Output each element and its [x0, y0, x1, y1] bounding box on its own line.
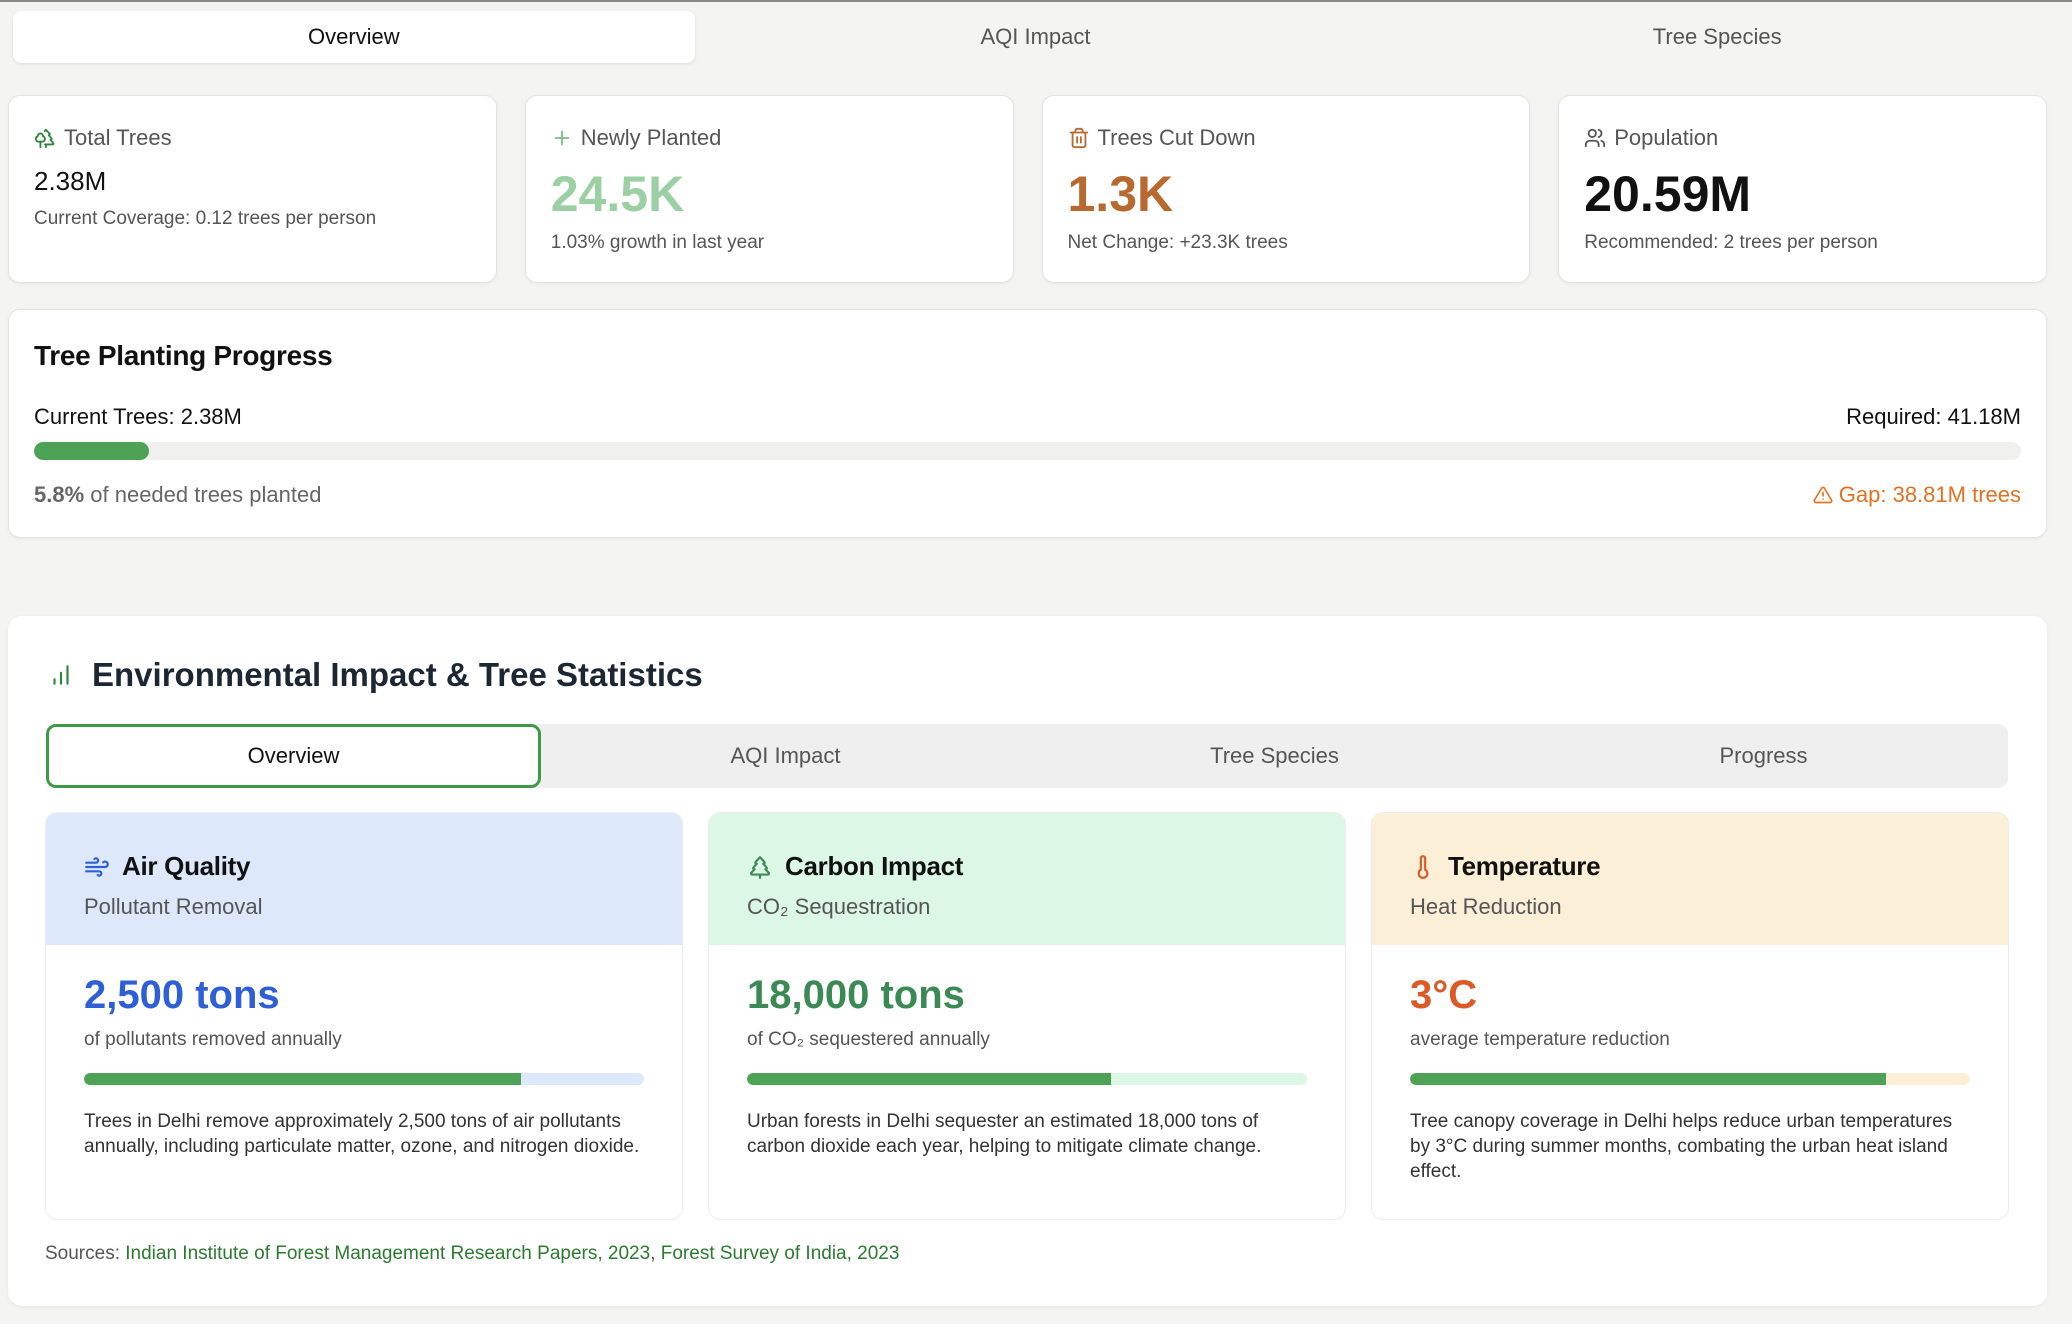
- environmental-impact-panel: Environmental Impact & Tree Statistics O…: [8, 616, 2047, 1306]
- tab-tree-species[interactable]: Tree Species: [1376, 11, 2058, 63]
- tab-aqi-impact[interactable]: AQI Impact: [695, 11, 1377, 63]
- trees-icon: [35, 128, 55, 149]
- impact-bar-fill: [1410, 1073, 1886, 1085]
- required-trees-label: Required: 41.18M: [1846, 404, 2021, 429]
- impact-description: Urban forests in Delhi sequester an esti…: [747, 1111, 1262, 1157]
- card-title: Air Quality: [122, 851, 251, 881]
- impact-bar-fill: [84, 1073, 521, 1085]
- temperature-card: Temperature Heat Reduction 3°C average t…: [1371, 812, 2009, 1220]
- sources-label: Sources:: [45, 1243, 126, 1264]
- impact-value: 2,500 tons: [84, 973, 280, 1017]
- impact-value: 3°C: [1410, 973, 1478, 1017]
- stat-card-newly-planted: Newly Planted 24.5K 1.03% growth in last…: [524, 95, 1014, 283]
- stat-subtext: Net Change: +23.3K trees: [1067, 232, 1288, 253]
- impact-tab-aqi-impact[interactable]: AQI Impact: [541, 724, 1030, 788]
- percent-planted-suffix: of needed trees planted: [84, 482, 322, 507]
- plus-icon: [554, 130, 570, 146]
- impact-caption: of CO₂ sequestered annually: [747, 1029, 990, 1050]
- gap-warning: Gap: 38.81M trees: [1813, 482, 2021, 508]
- card-subtitle: Heat Reduction: [1410, 894, 1562, 919]
- trash-icon: [1069, 127, 1088, 149]
- card-title: Temperature: [1448, 851, 1601, 881]
- impact-bar: [747, 1073, 1307, 1085]
- impact-caption: of pollutants removed annually: [84, 1029, 342, 1050]
- stat-label: Population: [1614, 125, 1719, 150]
- carbon-impact-card: Carbon Impact CO₂ Sequestration 18,000 t…: [708, 812, 1346, 1220]
- impact-tab-overview[interactable]: Overview: [46, 724, 541, 788]
- impact-bar: [1410, 1073, 1970, 1085]
- wind-icon: [85, 856, 109, 877]
- stat-value: 1.3K: [1067, 166, 1174, 222]
- impact-bar: [84, 1073, 644, 1085]
- air-quality-card: Air Quality Pollutant Removal 2,500 tons…: [45, 812, 683, 1220]
- stat-card-total-trees: Total Trees 2.38M Current Coverage: 0.12…: [8, 95, 497, 283]
- source-link-iifm[interactable]: Indian Institute of Forest Management Re…: [125, 1243, 650, 1264]
- impact-description: Trees in Delhi remove approximately 2,50…: [84, 1111, 640, 1157]
- source-link-fsi[interactable]: Forest Survey of India, 2023: [661, 1243, 900, 1264]
- warning-triangle-icon: [1813, 486, 1833, 504]
- current-trees-label: Current Trees: 2.38M: [34, 404, 242, 429]
- stat-label: Newly Planted: [580, 125, 722, 150]
- stat-label: Trees Cut Down: [1097, 125, 1256, 150]
- impact-tab-progress[interactable]: Progress: [1519, 724, 2008, 788]
- stat-value: 20.59M: [1584, 166, 1752, 222]
- planting-progress-bar: [34, 442, 2021, 460]
- bar-chart-icon: [53, 665, 69, 685]
- card-title: Carbon Impact: [785, 851, 964, 881]
- card-subtitle: CO₂ Sequestration: [747, 894, 931, 919]
- impact-description: Tree canopy coverage in Delhi helps redu…: [1410, 1111, 1953, 1182]
- stat-card-trees-cut-down: Trees Cut Down 1.3K Net Change: +23.3K t…: [1041, 95, 1531, 283]
- tree-icon: [749, 855, 771, 879]
- percent-planted-text: 5.8% of needed trees planted: [34, 482, 321, 508]
- stat-subtext: Recommended: 2 trees per person: [1584, 232, 1878, 253]
- impact-tab-bar: Overview AQI Impact Tree Species Progres…: [46, 724, 2008, 788]
- stat-subtext: 1.03% growth in last year: [550, 232, 765, 253]
- impact-value: 18,000 tons: [747, 973, 965, 1017]
- impact-caption: average temperature reduction: [1410, 1029, 1670, 1050]
- top-tab-bar: Overview AQI Impact Tree Species: [13, 11, 2058, 63]
- thermometer-icon: [1417, 854, 1429, 879]
- sources-line: Sources: Indian Institute of Forest Mana…: [45, 1243, 900, 1264]
- tree-planting-progress-card: Tree Planting Progress Current Trees: 2.…: [8, 309, 2047, 538]
- stat-card-population: Population 20.59M Recommended: 2 trees p…: [1558, 95, 2047, 283]
- tab-overview[interactable]: Overview: [13, 11, 695, 63]
- panel-title: Environmental Impact & Tree Statistics: [92, 656, 703, 693]
- progress-title: Tree Planting Progress: [34, 340, 333, 371]
- planting-progress-fill: [34, 442, 150, 460]
- stat-value: 24.5K: [550, 166, 685, 222]
- users-icon: [1585, 128, 1606, 148]
- stat-cards: Total Trees 2.38M Current Coverage: 0.12…: [8, 95, 2047, 283]
- card-subtitle: Pollutant Removal: [84, 894, 263, 919]
- stat-label: Total Trees: [64, 125, 172, 150]
- stat-subtext: Current Coverage: 0.12 trees per person: [34, 208, 377, 229]
- stat-value: 2.38M: [34, 166, 107, 196]
- impact-bar-fill: [747, 1073, 1111, 1085]
- impact-tab-tree-species[interactable]: Tree Species: [1030, 724, 1519, 788]
- gap-text: Gap: 38.81M trees: [1838, 482, 2021, 507]
- percent-planted-value: 5.8%: [34, 482, 85, 507]
